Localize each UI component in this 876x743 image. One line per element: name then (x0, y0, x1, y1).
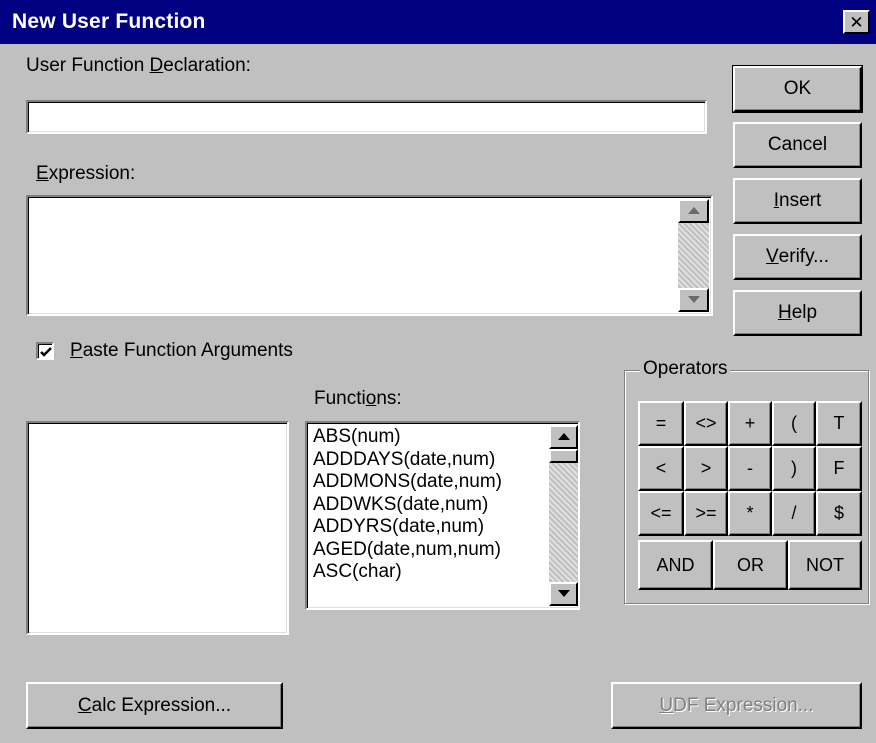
function-item[interactable]: ADDMONS(date,num) (313, 471, 578, 494)
scroll-up-button[interactable] (678, 199, 709, 223)
cancel-button[interactable]: Cancel (733, 122, 862, 168)
operator-false-button[interactable]: F (816, 446, 862, 491)
operators-label: Operators (640, 358, 731, 380)
arguments-listbox[interactable] (26, 421, 289, 635)
function-item[interactable]: ASC(char) (313, 561, 578, 584)
functions-scrollbar[interactable] (549, 425, 578, 606)
declaration-label: User Function Declaration: (26, 55, 251, 76)
operator-minus-button[interactable]: - (728, 446, 772, 491)
close-button[interactable]: ✕ (843, 10, 870, 34)
arrow-up-icon (687, 207, 700, 214)
operator-greater-than-button[interactable]: > (684, 446, 728, 491)
arrow-down-icon (557, 590, 570, 597)
function-item[interactable]: ADDWKS(date,num) (313, 494, 578, 517)
expression-textarea[interactable] (26, 195, 713, 316)
scroll-down-button[interactable] (678, 288, 709, 312)
operator-and-button[interactable]: AND (638, 540, 713, 590)
operator-less-equal-button[interactable]: <= (638, 491, 684, 536)
operator-not-button[interactable]: NOT (788, 540, 862, 590)
expression-scrollbar[interactable] (678, 199, 709, 312)
operator-plus-button[interactable]: + (728, 401, 772, 446)
arrow-up-icon (557, 433, 570, 440)
ok-button[interactable]: OK (732, 65, 863, 113)
udf-expression-button[interactable]: U DF Expression... (611, 682, 862, 729)
calc-expression-button[interactable]: Calc Expression... (26, 682, 283, 729)
declaration-input[interactable] (26, 100, 707, 134)
operator-divide-button[interactable]: / (772, 491, 816, 536)
operator-open-paren-button[interactable]: ( (772, 401, 816, 446)
functions-items: ABS(num) ADDDAYS(date,num) ADDMONS(date,… (307, 423, 578, 584)
function-item[interactable]: ADDYRS(date,num) (313, 516, 578, 539)
arrow-down-icon (687, 296, 700, 303)
operator-multiply-button[interactable]: * (728, 491, 772, 536)
function-item[interactable]: ABS(num) (313, 426, 578, 449)
functions-label: Functions: (314, 388, 402, 409)
scroll-down-button[interactable] (549, 582, 578, 606)
window-title: New User Function (12, 10, 206, 33)
scroll-up-button[interactable] (549, 425, 578, 449)
operator-equals-button[interactable]: = (638, 401, 684, 446)
paste-args-checkbox[interactable] (36, 342, 54, 360)
title-bar: New User Function ✕ (0, 0, 876, 44)
function-item[interactable]: ADDDAYS(date,num) (313, 449, 578, 472)
function-item[interactable]: AGED(date,num,num) (313, 539, 578, 562)
scroll-thumb[interactable] (549, 449, 578, 463)
functions-listbox[interactable]: ABS(num) ADDDAYS(date,num) ADDMONS(date,… (305, 421, 580, 610)
insert-button[interactable]: Insert (733, 178, 862, 224)
expression-label: Expression: (36, 163, 136, 184)
close-icon: ✕ (849, 12, 864, 32)
help-button[interactable]: Help (733, 290, 862, 336)
operator-true-button[interactable]: T (816, 401, 862, 446)
operator-not-equal-button[interactable]: <> (684, 401, 728, 446)
operator-less-than-button[interactable]: < (638, 446, 684, 491)
operator-or-button[interactable]: OR (713, 540, 788, 590)
verify-button[interactable]: Verify... (733, 234, 862, 280)
paste-args-label: Paste Function Arguments (70, 340, 293, 361)
operator-greater-equal-button[interactable]: >= (684, 491, 728, 536)
checkmark-icon (40, 347, 52, 357)
operator-close-paren-button[interactable]: ) (772, 446, 816, 491)
operator-dollar-button[interactable]: $ (816, 491, 862, 536)
